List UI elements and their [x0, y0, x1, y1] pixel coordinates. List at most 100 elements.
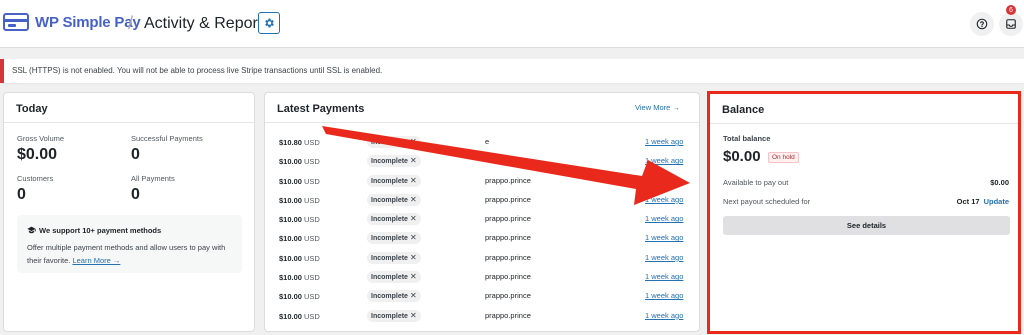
status-text: Incomplete	[371, 274, 408, 282]
status-text: Incomplete	[371, 216, 408, 224]
payment-time-link[interactable]: 1 week ago	[645, 195, 683, 204]
currency-code: USD	[303, 176, 320, 186]
see-details-button[interactable]: See details	[723, 216, 1010, 235]
payment-row[interactable]: $10.00 USD Incomplete ✕ prappo.prince 1 week …	[265, 307, 699, 326]
close-icon: ✕	[409, 175, 417, 185]
status-text: Incomplete	[371, 312, 408, 320]
payment-row[interactable]: $10.00 USD Incomplete ✕ prappo.prince 1 week …	[265, 210, 699, 229]
available-value: $0.00	[990, 178, 1009, 187]
gross-volume-label: Gross Volume	[17, 134, 65, 143]
currency-code: USD	[303, 253, 320, 263]
inbox-icon	[1006, 19, 1016, 29]
amount-value: $10.00	[279, 234, 302, 244]
customer-email: prappo.prince	[485, 291, 531, 301]
status-text: Incomplete	[371, 235, 408, 243]
payment-row[interactable]: $10.00 USD Incomplete ✕ prappo.prince 1 week …	[265, 172, 699, 191]
payment-time-link[interactable]: 1 week ago	[645, 176, 683, 185]
update-link[interactable]: Update	[984, 197, 1009, 206]
on-hold-badge: On hold	[768, 152, 799, 163]
view-more-link[interactable]: View More →	[635, 103, 680, 112]
close-icon: ✕	[409, 214, 417, 224]
customer-email: prappo.prince	[485, 272, 531, 282]
gear-icon	[265, 18, 274, 28]
customer-email: prappo.prince	[485, 175, 531, 185]
close-icon: ✕	[409, 291, 417, 301]
close-icon: ✕	[409, 272, 417, 282]
payment-row[interactable]: $10.80 USD Incomplete ✕ e 1 week ago	[265, 133, 699, 152]
customers-value: 0	[17, 186, 26, 203]
currency-code: USD	[303, 273, 320, 283]
ssl-notice: SSL (HTTPS) is not enabled. You will not…	[0, 59, 1024, 83]
promo-title-text: We support 10+ payment methods	[39, 226, 162, 235]
next-payout-label: Next payout scheduled for	[723, 197, 811, 206]
payment-amount: $10.00 USD	[279, 254, 320, 263]
available-label: Available to pay out	[723, 178, 789, 187]
payments-list: $10.80 USD Incomplete ✕ e 1 week ago $10.00 USD…	[265, 133, 699, 326]
currency-code: USD	[303, 234, 320, 244]
next-payout-value: Oct 17 Update	[957, 197, 1009, 206]
close-icon: ✕	[409, 233, 417, 243]
promo-text: Offer multiple payment methods and allow…	[27, 241, 237, 267]
payment-amount: $10.00 USD	[279, 312, 320, 321]
help-button[interactable]	[970, 12, 994, 36]
payment-amount: $10.80 USD	[279, 138, 320, 147]
total-balance-value: $0.00	[723, 148, 761, 165]
payment-row[interactable]: $10.00 USD Incomplete ✕ prappo.prince 1 week …	[265, 268, 699, 287]
logo-text: WP Simple Pay	[35, 13, 141, 31]
payment-time-link[interactable]: 1 week ago	[645, 156, 683, 165]
payment-time-link[interactable]: 1 week ago	[645, 214, 683, 223]
payment-time-link[interactable]: 1 week ago	[645, 137, 683, 146]
notification-badge: 6	[1006, 5, 1016, 15]
status-text: Incomplete	[371, 196, 408, 204]
settings-button[interactable]	[258, 12, 280, 34]
payment-time-link[interactable]: 1 week ago	[645, 291, 683, 300]
close-icon: ✕	[409, 194, 417, 204]
payout-date: Oct 17	[956, 197, 980, 206]
amount-value: $10.00	[279, 273, 302, 283]
currency-code: USD	[303, 195, 320, 205]
payment-time-link[interactable]: 1 week ago	[645, 272, 683, 281]
amount-value: $10.00	[279, 311, 302, 321]
payment-time-link[interactable]: 1 week ago	[645, 233, 683, 242]
payment-row[interactable]: $10.00 USD Incomplete ✕ prappo.prince 1 week …	[265, 191, 699, 210]
currency-code: USD	[303, 138, 320, 147]
customer-email: prappo.prince	[485, 310, 531, 320]
payment-row[interactable]: $10.00 USD Incomplete ✕ prappo.prince 1 week …	[265, 229, 699, 248]
successful-payments-value: 0	[131, 146, 140, 163]
close-icon: ✕	[409, 310, 417, 320]
customer-email: e	[485, 137, 490, 146]
status-badge: Incomplete ✕	[367, 136, 421, 148]
customer-email: prappo.prince	[485, 233, 531, 243]
status-badge: Incomplete ✕	[367, 155, 421, 168]
payment-time-link[interactable]: 1 week ago	[645, 253, 683, 262]
status-badge: Incomplete ✕	[367, 290, 421, 303]
card-logo-icon	[3, 13, 29, 31]
all-payments-label: All Payments	[131, 174, 175, 183]
all-payments-value: 0	[131, 186, 140, 203]
inbox-button[interactable]	[999, 12, 1023, 36]
successful-payments-label: Successful Payments	[131, 134, 203, 143]
latest-payments-card: Latest Payments View More → $10.80 USD Inc…	[264, 92, 700, 332]
payment-amount: $10.00 USD	[279, 177, 320, 186]
today-card: Today Gross Volume $0.00 Successful Paym…	[3, 92, 255, 332]
payment-row[interactable]: $10.00 USD Incomplete ✕ 1 week ago	[265, 152, 699, 171]
status-text: Incomplete	[371, 177, 408, 185]
status-badge: Incomplete ✕	[367, 309, 421, 322]
learn-more-link[interactable]: Learn More →	[72, 256, 120, 265]
brand-logo[interactable]: WP Simple Pay	[3, 13, 141, 31]
payment-amount: $10.00 USD	[279, 196, 320, 205]
close-icon: ✕	[409, 156, 417, 166]
status-badge: Incomplete ✕	[367, 251, 421, 264]
status-badge: Incomplete ✕	[367, 232, 421, 245]
amount-value: $10.80	[279, 138, 302, 147]
top-bar: WP Simple Pay / Activity & Reports 6	[0, 0, 1024, 48]
help-icon	[976, 18, 988, 30]
payment-time-link[interactable]: 1 week ago	[645, 311, 683, 320]
currency-code: USD	[303, 311, 320, 321]
status-text: Incomplete	[371, 254, 408, 262]
amount-value: $10.00	[279, 176, 302, 186]
payment-amount: $10.00 USD	[279, 292, 320, 301]
payment-row[interactable]: $10.00 USD Incomplete ✕ prappo.prince 1 week …	[265, 249, 699, 268]
payment-row[interactable]: $10.00 USD Incomplete ✕ prappo.prince 1 week …	[265, 287, 699, 306]
payment-amount: $10.00 USD	[279, 157, 320, 166]
